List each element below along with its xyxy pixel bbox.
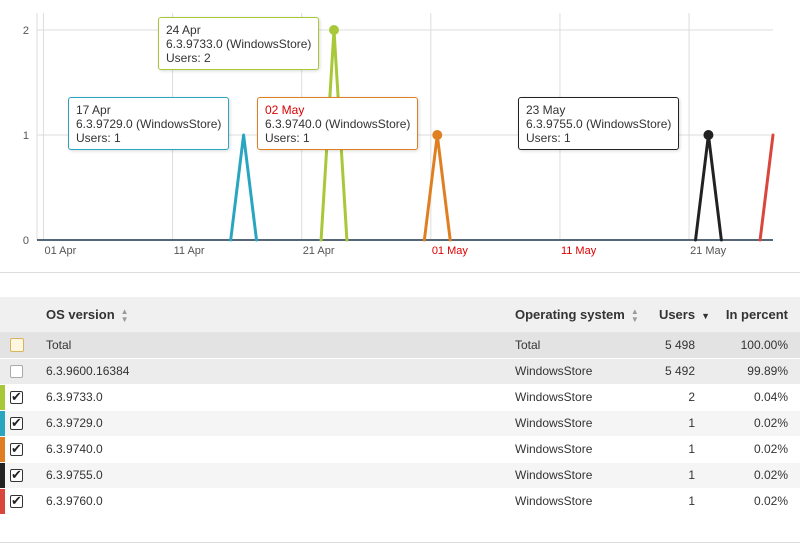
header-users-label: Users [658, 307, 696, 322]
x-tick-label: 01 May [432, 245, 469, 257]
tooltip-23-may: 23 May 6.3.9755.0 (WindowsStore) Users: … [518, 97, 680, 150]
tooltip-version: 6.3.9733.0 (WindowsStore) [166, 37, 312, 51]
table-row: 6.3.9733.0 WindowsStore 2 0.04% [0, 385, 800, 411]
cell-users: 1 [688, 468, 695, 482]
tooltip-users: Users: 1 [76, 131, 121, 145]
cell-os-version: 6.3.9729.0 [46, 416, 103, 430]
cell-operating-system: WindowsStore [515, 468, 593, 482]
tooltip-users: Users: 2 [166, 51, 211, 65]
header-in-percent[interactable]: In percent [726, 297, 788, 332]
data-point [432, 130, 443, 140]
cell-users: 5 492 [664, 364, 695, 378]
cell-percent: 0.02% [753, 442, 788, 456]
cell-os-version: 6.3.9600.16384 [46, 364, 130, 378]
tooltip-date: 02 May [265, 103, 305, 117]
row-checkbox[interactable] [10, 365, 23, 378]
series-line [758, 133, 775, 242]
series-color-bar [0, 437, 5, 462]
data-point [703, 130, 714, 140]
tooltip-17-apr: 17 Apr 6.3.9729.0 (WindowsStore) Users: … [68, 97, 230, 150]
tooltip-date: 17 Apr [76, 103, 111, 117]
tooltip-24-apr: 24 Apr 6.3.9733.0 (WindowsStore) Users: … [158, 17, 320, 70]
table-row: 6.3.9600.16384 WindowsStore 5 492 99.89% [0, 359, 800, 385]
cell-users: 1 [688, 494, 695, 508]
series-color-bar [0, 489, 5, 514]
row-checkbox-checked[interactable] [10, 415, 23, 431]
header-in-percent-label: In percent [725, 307, 788, 322]
series-line [422, 133, 452, 242]
chart-divider [0, 272, 800, 273]
header-users[interactable]: Users ▼ [659, 297, 710, 332]
series-line [694, 133, 723, 242]
tooltip-version: 6.3.9755.0 (WindowsStore) [526, 117, 672, 131]
x-tick-label: 21 Apr [303, 245, 335, 257]
cell-operating-system: WindowsStore [515, 442, 593, 456]
sort-descending-icon: ▼ [701, 310, 710, 321]
header-os-version-label: OS version [46, 307, 115, 322]
row-checkbox-checked[interactable] [10, 467, 23, 483]
data-point [328, 25, 339, 35]
y-tick-label: 0 [23, 235, 29, 247]
os-version-table: OS version ▲ ▼ Operating system ▲ ▼ Users ▼ I… [0, 297, 800, 515]
row-checkbox-checked[interactable] [10, 493, 23, 509]
tooltip-users: Users: 1 [265, 131, 310, 145]
tooltip-02-may: 02 May 6.3.9740.0 (WindowsStore) Users: … [257, 97, 419, 150]
header-operating-system-label: Operating system [515, 307, 625, 322]
cell-operating-system: WindowsStore [515, 364, 593, 378]
cell-operating-system: WindowsStore [515, 390, 593, 404]
cell-percent: 99.89% [747, 364, 788, 378]
table-row-total: Total Total 5 498 100.00% [0, 333, 800, 359]
header-os-version[interactable]: OS version ▲ ▼ [46, 297, 129, 332]
cell-users: 2 [688, 390, 695, 404]
cell-os-version: 6.3.9760.0 [46, 494, 103, 508]
series-color-bar [0, 411, 5, 436]
y-tick-label: 1 [23, 130, 29, 142]
table-bottom-border [0, 542, 800, 543]
table-row: 6.3.9740.0 WindowsStore 1 0.02% [0, 437, 800, 463]
table-header-row: OS version ▲ ▼ Operating system ▲ ▼ Users ▼ I… [0, 297, 800, 333]
table-row: 6.3.9755.0 WindowsStore 1 0.02% [0, 463, 800, 489]
sort-both-icon: ▲ ▼ [120, 306, 129, 324]
header-operating-system[interactable]: Operating system ▲ ▼ [515, 297, 639, 332]
series-color-bar [0, 463, 5, 488]
tooltip-date: 24 Apr [166, 23, 201, 37]
tooltip-version: 6.3.9740.0 (WindowsStore) [265, 117, 411, 131]
tooltip-date: 23 May [526, 103, 566, 117]
cell-percent: 0.02% [753, 494, 788, 508]
cell-os-version: 6.3.9740.0 [46, 442, 103, 456]
table-row: 6.3.9760.0 WindowsStore 1 0.02% [0, 489, 800, 515]
sort-both-icon: ▲ ▼ [630, 306, 639, 324]
series-color-bar [0, 385, 5, 410]
y-tick-label: 2 [23, 25, 29, 37]
row-checkbox-checked[interactable] [10, 389, 23, 405]
cell-os-version: 6.3.9733.0 [46, 390, 103, 404]
line-chart: 0 1 2 01 Apr 11 Apr 21 Apr 01 May 11 May 21 May … [0, 0, 800, 270]
cell-percent: 0.02% [753, 468, 788, 482]
x-tick-label: 11 May [561, 245, 597, 257]
tooltip-users: Users: 1 [526, 131, 571, 145]
table-row: 6.3.9729.0 WindowsStore 1 0.02% [0, 411, 800, 437]
cell-operating-system: WindowsStore [515, 416, 593, 430]
row-checkbox-checked[interactable] [10, 441, 23, 457]
row-checkbox[interactable] [10, 338, 24, 352]
cell-users: 5 498 [664, 338, 695, 352]
cell-os-version: 6.3.9755.0 [46, 468, 103, 482]
cell-operating-system: WindowsStore [515, 494, 593, 508]
cell-operating-system: Total [515, 338, 541, 352]
cell-percent: 0.02% [753, 416, 788, 430]
series-line [229, 133, 259, 242]
tooltip-version: 6.3.9729.0 (WindowsStore) [76, 117, 222, 131]
x-tick-label: 01 Apr [44, 245, 76, 257]
cell-os-version: Total [46, 338, 72, 352]
x-tick-label: 21 May [690, 245, 727, 257]
cell-users: 1 [688, 416, 695, 430]
cell-percent: 0.04% [753, 390, 788, 404]
x-tick-label: 11 Apr [174, 245, 205, 257]
cell-users: 1 [688, 442, 695, 456]
cell-percent: 100.00% [740, 338, 788, 352]
